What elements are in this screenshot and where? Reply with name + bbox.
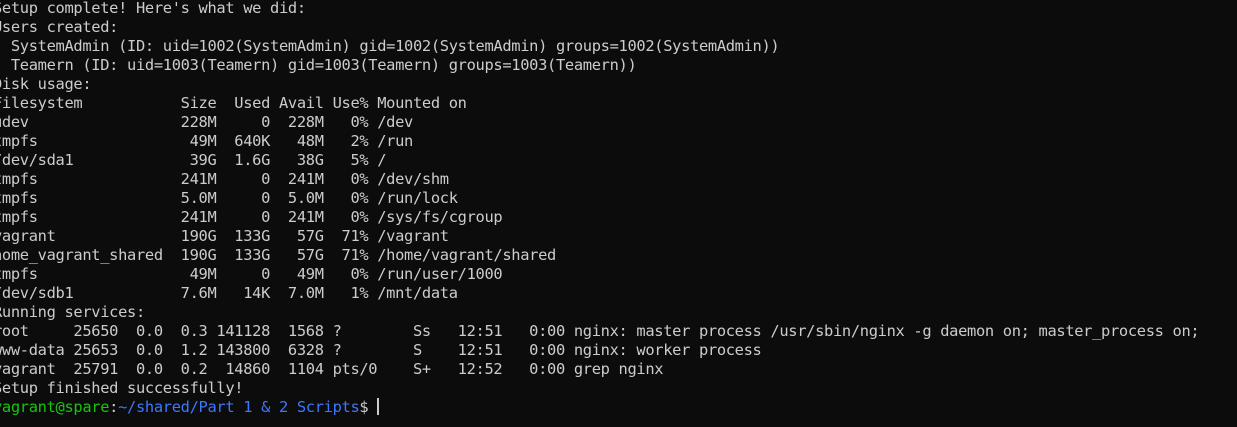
prompt-user-host: vagrant@spare xyxy=(0,398,110,416)
df-table-row: tmpfs 49M 640K 48M 2% /run xyxy=(0,132,413,150)
df-table-header: Filesystem Size Used Avail Use% Mounted … xyxy=(0,94,467,112)
process-row: www-data 25653 0.0 1.2 143800 6328 ? S 1… xyxy=(0,341,762,359)
output-line-setup-finished: Setup finished successfully! xyxy=(0,379,244,397)
prompt-path: ~/shared/Part 1 & 2 Scripts xyxy=(118,398,360,416)
output-line-running-services: Running services: xyxy=(0,303,145,321)
df-table-row: tmpfs 5.0M 0 5.0M 0% /run/lock xyxy=(0,189,458,207)
df-table-row: vagrant 190G 133G 57G 71% /vagrant xyxy=(0,227,449,245)
df-table-row: tmpfs 241M 0 241M 0% /sys/fs/cgroup xyxy=(0,208,503,226)
text-cursor[interactable] xyxy=(377,398,380,415)
prompt-symbol: $ xyxy=(359,398,369,416)
output-line-user-systemadmin: - SystemAdmin (ID: uid=1002(SystemAdmin)… xyxy=(0,37,780,55)
output-line-disk-usage-heading: Disk usage: xyxy=(0,75,92,93)
df-table-row: tmpfs 49M 0 49M 0% /run/user/1000 xyxy=(0,265,503,283)
shell-prompt-line[interactable]: vagrant@spare:~/shared/Part 1 & 2 Script… xyxy=(0,398,1237,417)
output-line-user-teamern: - Teamern (ID: uid=1003(Teamern) gid=100… xyxy=(0,56,637,74)
output-line-users-created: Users created: xyxy=(0,18,119,36)
process-row: root 25650 0.0 0.3 141128 1568 ? Ss 12:5… xyxy=(0,322,1200,340)
df-table-row: udev 228M 0 228M 0% /dev xyxy=(0,113,413,131)
terminal-window[interactable]: Setup complete! Here's what we did: User… xyxy=(0,0,1237,427)
process-row: vagrant 25791 0.0 0.2 14860 1104 pts/0 S… xyxy=(0,360,664,378)
df-table-row: tmpfs 241M 0 241M 0% /dev/shm xyxy=(0,170,449,188)
df-table-row: /dev/sda1 39G 1.6G 38G 5% / xyxy=(0,151,387,169)
prompt-separator: : xyxy=(109,398,119,416)
output-line-setup-complete: Setup complete! Here's what we did: xyxy=(0,0,306,17)
df-table-row: home_vagrant_shared 190G 133G 57G 71% /h… xyxy=(0,246,556,264)
df-table-row: /dev/sdb1 7.6M 14K 7.0M 1% /mnt/data xyxy=(0,284,458,302)
